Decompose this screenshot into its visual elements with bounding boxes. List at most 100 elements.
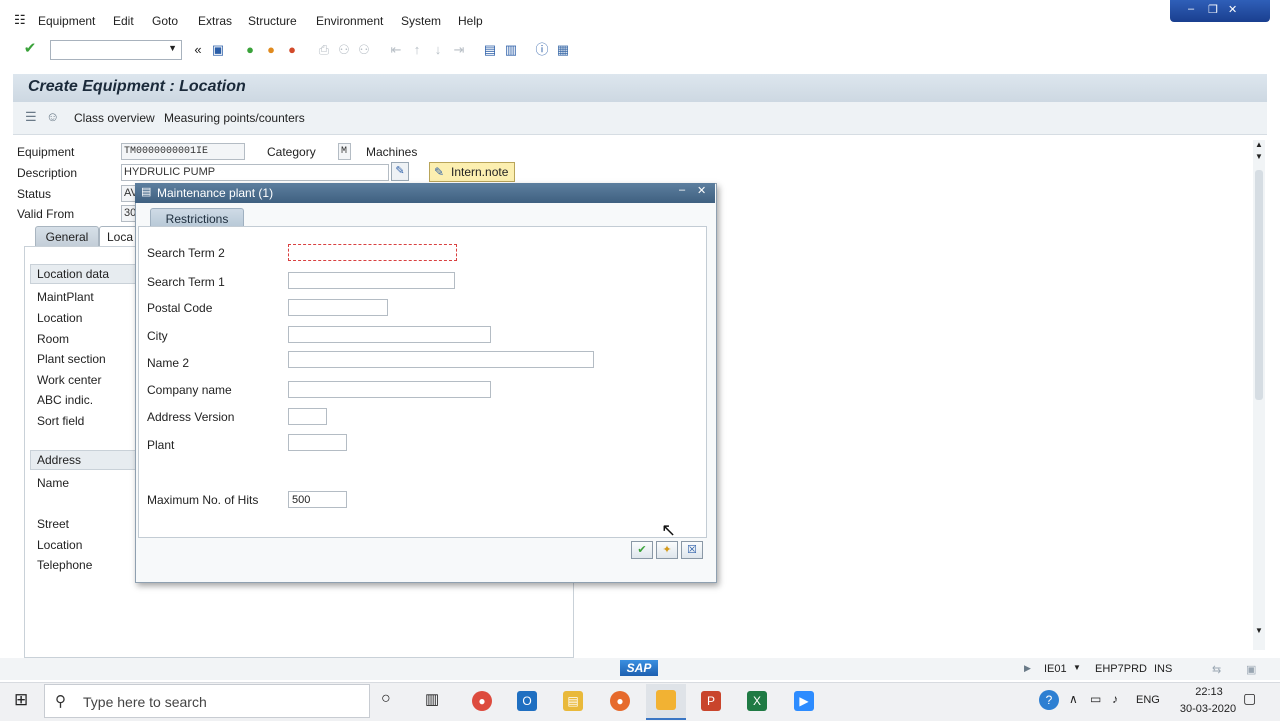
tab-general[interactable]: General <box>35 226 99 247</box>
address-location-label: Location <box>37 538 83 552</box>
new-session-icon[interactable]: ▤ <box>482 42 498 58</box>
enter-check-icon[interactable]: ✔ <box>22 41 38 57</box>
maint-plant-label: MaintPlant <box>37 290 94 304</box>
exit-icon[interactable]: ● <box>263 42 279 58</box>
menu-goto[interactable]: Goto <box>152 14 178 28</box>
menu-equipment[interactable]: Equipment <box>38 14 95 28</box>
chevron-down-icon[interactable]: ▼ <box>168 43 177 53</box>
menu-edit[interactable]: Edit <box>113 14 134 28</box>
continue-button[interactable]: ✔ <box>631 541 653 559</box>
status-label: Status <box>17 187 52 201</box>
back-double-icon[interactable]: « <box>190 42 206 58</box>
max-hits-input[interactable]: 500 <box>288 491 347 508</box>
sap-logon-task[interactable] <box>646 684 686 720</box>
plant-input[interactable] <box>288 434 347 451</box>
menu-icon[interactable]: ☷ <box>14 12 26 28</box>
layout-menu-icon[interactable]: ▦ <box>555 42 571 58</box>
street-label: Street <box>37 517 70 531</box>
cortana-icon[interactable]: ○ <box>381 690 391 708</box>
status-dropdown-icon[interactable]: ▼ <box>1073 663 1081 672</box>
menu-environment[interactable]: Environment <box>316 14 383 28</box>
next-page-icon: ↓ <box>434 42 442 57</box>
search-term-1-input[interactable] <box>288 272 455 289</box>
excel-icon[interactable]: X <box>747 691 767 711</box>
minimize-icon[interactable]: – <box>1188 3 1194 15</box>
search-term-2-input[interactable] <box>288 244 457 261</box>
location-data-header: Location data <box>30 264 143 284</box>
dialog-close-icon[interactable]: ✕ <box>697 184 706 197</box>
name-2-input[interactable] <box>288 351 594 368</box>
save-icon[interactable]: ▣ <box>210 42 226 58</box>
equipment-field[interactable]: TM0000000001IE <box>121 143 245 160</box>
system-id: EHP7PRD <box>1095 663 1147 675</box>
city-input[interactable] <box>288 326 491 343</box>
clock-date[interactable]: 30-03-2020 <box>1172 703 1244 715</box>
city-label: City <box>147 329 168 343</box>
check-icon: ✔ <box>637 544 647 556</box>
valid-from-label: Valid From <box>17 207 75 221</box>
tray-chevron-icon[interactable]: ∧ <box>1069 692 1078 706</box>
menu-extras[interactable]: Extras <box>198 14 232 28</box>
description-field[interactable]: HYDRULIC PUMP <box>121 164 389 181</box>
volume-icon[interactable]: ♪ <box>1112 692 1118 706</box>
max-hits-label: Maximum No. of Hits <box>147 493 259 507</box>
mouse-cursor-icon: ↖ <box>661 520 677 540</box>
vertical-scrollbar[interactable]: ▲ ▼ ▼ <box>1253 140 1265 650</box>
restore-icon[interactable]: ❐ <box>1208 3 1218 16</box>
help-circle-icon[interactable]: ? <box>1039 690 1059 710</box>
menu-system[interactable]: System <box>401 14 441 28</box>
back-icon[interactable]: ● <box>242 42 258 58</box>
scroll-thumb[interactable] <box>1255 170 1263 400</box>
dialog-window-icon: ▤ <box>141 186 152 198</box>
menu-structure[interactable]: Structure <box>248 14 297 28</box>
list-icon[interactable]: ☰ <box>25 109 37 125</box>
category-text: Machines <box>366 145 418 159</box>
command-field[interactable]: ▼ <box>50 40 182 60</box>
scroll-up-icon[interactable]: ▲ <box>1255 140 1263 149</box>
task-view-icon[interactable]: ▥ <box>425 690 439 708</box>
class-overview-button[interactable]: Class overview <box>74 111 155 125</box>
cancel-button[interactable]: ☒ <box>681 541 703 559</box>
class-overview-icon[interactable]: ☺ <box>46 109 59 124</box>
file-explorer-icon[interactable]: ▤ <box>563 691 583 711</box>
shortcut-icon[interactable]: ▥ <box>503 42 519 58</box>
clock-time[interactable]: 22:13 <box>1184 686 1234 698</box>
chrome-icon[interactable]: ● <box>472 691 492 711</box>
windows-start-icon[interactable]: ⊞ <box>14 690 28 710</box>
dialog-minimize-icon[interactable]: – <box>679 184 685 196</box>
location-label: Location <box>37 311 83 325</box>
scroll-down-icon[interactable]: ▼ <box>1255 626 1263 635</box>
search-button[interactable]: ✦ <box>656 541 678 559</box>
address-header: Address <box>30 450 143 470</box>
plant-label: Plant <box>147 438 175 452</box>
zoom-icon[interactable]: ▶ <box>794 691 814 711</box>
powerpoint-icon[interactable]: P <box>701 691 721 711</box>
sap-gui-icon <box>656 690 676 710</box>
battery-icon[interactable]: ▭ <box>1090 692 1101 706</box>
long-text-icon[interactable]: ✎ <box>391 162 409 181</box>
address-version-input[interactable] <box>288 408 327 425</box>
company-name-input[interactable] <box>288 381 491 398</box>
edit-note-icon: ✎ <box>434 165 445 179</box>
measuring-points-button[interactable]: Measuring points/counters <box>164 111 305 125</box>
taskbar-search[interactable]: ⚲ Type here to search <box>44 684 370 718</box>
category-label: Category <box>267 145 316 159</box>
outlook-icon[interactable]: O <box>517 691 537 711</box>
firefox-icon[interactable]: ● <box>610 691 630 711</box>
search-help-icon: ✦ <box>662 544 672 556</box>
menu-help[interactable]: Help <box>458 14 483 28</box>
status-layout-icon[interactable]: ⇆ <box>1212 663 1221 676</box>
status-play-icon[interactable]: ▶ <box>1024 663 1031 674</box>
notification-icon[interactable]: ▢ <box>1243 690 1256 707</box>
telephone-label: Telephone <box>37 558 93 572</box>
postal-code-input[interactable] <box>288 299 388 316</box>
insert-mode: INS <box>1154 663 1173 675</box>
help-icon[interactable]: ⓘ <box>534 42 550 58</box>
close-icon[interactable]: ✕ <box>1228 3 1237 16</box>
room-label: Room <box>37 332 70 346</box>
cancel-icon[interactable]: ● <box>284 42 300 58</box>
intern-note-button[interactable]: ✎ Intern.note <box>429 162 515 182</box>
scroll-up-icon-2[interactable]: ▼ <box>1255 152 1263 161</box>
category-field[interactable]: M <box>338 143 351 160</box>
language-indicator[interactable]: ENG <box>1136 694 1160 706</box>
